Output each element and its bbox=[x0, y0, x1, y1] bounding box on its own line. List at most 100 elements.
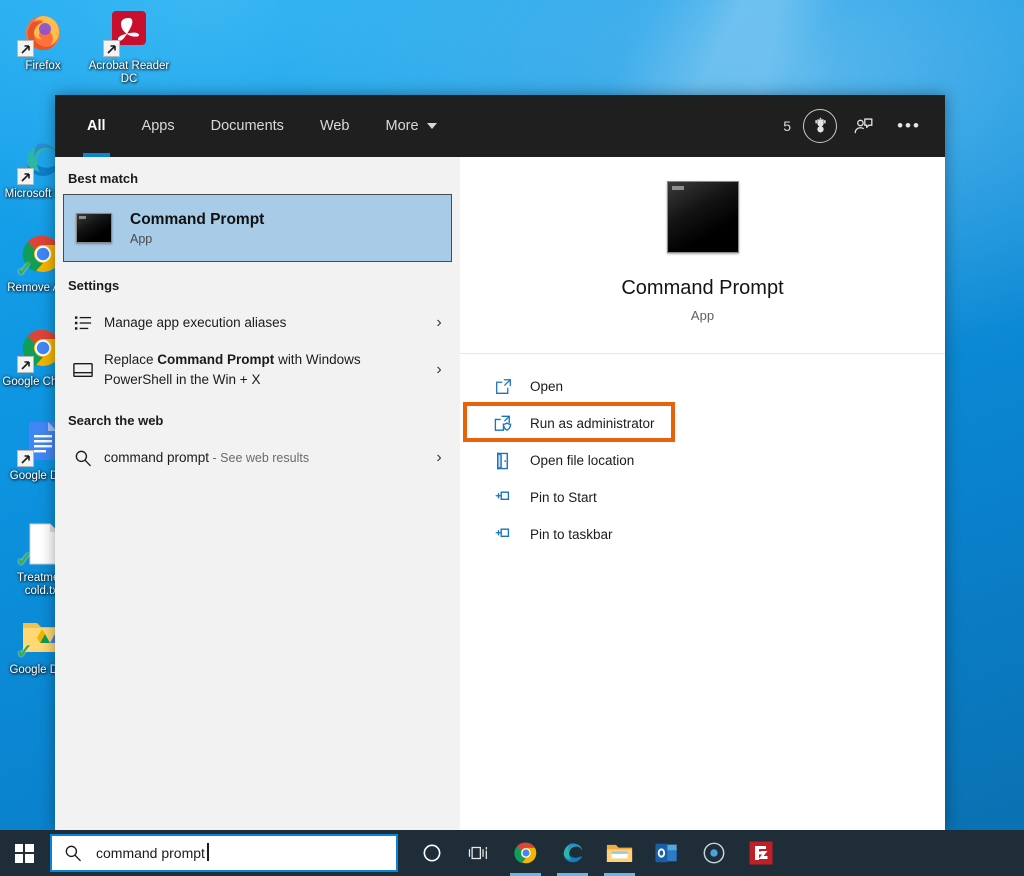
shortcut-arrow-icon bbox=[103, 40, 120, 57]
windows-logo-icon bbox=[14, 843, 34, 863]
action-pin-to-taskbar[interactable]: Pin to taskbar bbox=[460, 516, 945, 553]
action-label: Pin to Start bbox=[530, 490, 597, 505]
file-explorer-icon bbox=[606, 844, 633, 862]
best-match-subtitle: App bbox=[130, 232, 153, 246]
outlook-icon bbox=[655, 843, 677, 863]
best-match-result-command-prompt[interactable]: Command Prompt App bbox=[63, 194, 452, 262]
action-pin-to-start[interactable]: Pin to Start bbox=[460, 479, 945, 516]
open-file-location-icon bbox=[490, 451, 516, 470]
synced-check-icon: ✓ bbox=[16, 549, 33, 571]
desktop-icon-firefox[interactable]: Firefox bbox=[0, 8, 86, 86]
action-run-as-administrator[interactable]: Run as administrator bbox=[460, 402, 945, 442]
shortcut-arrow-icon bbox=[17, 450, 34, 467]
tab-all[interactable]: All bbox=[69, 95, 124, 157]
search-header-actions: 5 ••• bbox=[783, 106, 945, 146]
best-match-heading: Best match bbox=[68, 171, 139, 186]
acrobat-reader-icon bbox=[103, 8, 153, 57]
pin-to-taskbar-icon bbox=[490, 526, 516, 544]
taskbar-item-google-chrome[interactable] bbox=[502, 830, 549, 876]
result-label-highlight: Command Prompt bbox=[157, 352, 275, 367]
tab-apps[interactable]: Apps bbox=[124, 95, 193, 157]
taskbar-item-cortana[interactable] bbox=[408, 830, 455, 876]
tab-documents[interactable]: Documents bbox=[193, 95, 302, 157]
tab-label: More bbox=[385, 118, 419, 134]
search-icon bbox=[68, 449, 98, 467]
chevron-right-icon: › bbox=[436, 314, 442, 331]
web-query-text: command prompt bbox=[104, 450, 210, 465]
desktop-icon-acrobat-reader-dc[interactable]: Acrobat Reader DC bbox=[86, 8, 172, 86]
firefox-icon bbox=[17, 8, 67, 57]
search-results-pane: Best match Command Prompt App Settings M… bbox=[55, 157, 460, 830]
tab-more[interactable]: More bbox=[368, 95, 455, 157]
tab-label: Web bbox=[319, 118, 350, 134]
action-label: Open file location bbox=[530, 453, 635, 468]
result-label-text: Manage app execution aliases bbox=[104, 315, 287, 330]
run-as-administrator-icon bbox=[490, 415, 516, 432]
taskbar: command prompt bbox=[0, 830, 1024, 876]
taskbar-item-outlook[interactable] bbox=[643, 830, 690, 876]
taskbar-item-filezilla[interactable] bbox=[737, 830, 784, 876]
tab-label: All bbox=[87, 118, 106, 134]
best-match-text: Command Prompt App bbox=[130, 210, 264, 246]
reward-points-count: 5 bbox=[783, 118, 791, 134]
desktop-icon-label: Acrobat Reader DC bbox=[88, 60, 170, 85]
more-options-icon[interactable]: ••• bbox=[889, 106, 929, 146]
pin-to-start-icon bbox=[490, 489, 516, 507]
chevron-right-icon: › bbox=[436, 449, 442, 466]
result-manage-app-execution-aliases[interactable]: Manage app execution aliases › bbox=[55, 301, 460, 345]
taskbar-item-task-view[interactable] bbox=[455, 830, 502, 876]
search-body: Best match Command Prompt App Settings M… bbox=[55, 157, 945, 830]
command-prompt-icon bbox=[666, 181, 739, 253]
action-open-file-location[interactable]: Open file location bbox=[460, 442, 945, 479]
feedback-person-icon[interactable] bbox=[843, 106, 883, 146]
keyboard-window-icon bbox=[68, 362, 98, 378]
filezilla-icon bbox=[749, 841, 772, 865]
list-aliases-icon bbox=[68, 314, 98, 333]
search-the-web-heading: Search the web bbox=[68, 413, 164, 428]
chevron-down-icon bbox=[426, 123, 437, 129]
tab-web[interactable]: Web bbox=[302, 95, 368, 157]
taskbar-items bbox=[408, 830, 784, 876]
detail-app-type: App bbox=[690, 308, 715, 323]
action-label: Pin to taskbar bbox=[530, 527, 613, 542]
google-chrome-icon bbox=[513, 842, 536, 864]
search-header: All Apps Documents Web More 5 ••• bbox=[55, 95, 945, 157]
shortcut-arrow-icon bbox=[17, 356, 34, 373]
synced-check-icon: ✓ bbox=[16, 259, 33, 281]
taskbar-item-media-recorder[interactable] bbox=[690, 830, 737, 876]
action-label: Run as administrator bbox=[530, 416, 655, 431]
cortana-icon bbox=[423, 844, 440, 862]
web-results-suffix: - See web results bbox=[209, 451, 310, 465]
result-replace-command-prompt-with-powershell[interactable]: Replace Command Prompt with Windows Powe… bbox=[55, 345, 460, 395]
app-actions-list: Open Run as administrator Open file loca… bbox=[460, 354, 945, 553]
result-label: command prompt - See web results bbox=[98, 448, 430, 468]
open-icon bbox=[490, 378, 516, 395]
search-icon bbox=[65, 845, 81, 862]
start-button[interactable] bbox=[0, 830, 48, 876]
taskbar-item-microsoft-edge[interactable] bbox=[549, 830, 596, 876]
action-open[interactable]: Open bbox=[460, 368, 945, 405]
result-label: Replace Command Prompt with Windows Powe… bbox=[98, 350, 430, 390]
result-label: Manage app execution aliases bbox=[98, 313, 430, 333]
shortcut-arrow-icon bbox=[17, 168, 34, 185]
search-flyout: All Apps Documents Web More 5 ••• Best m… bbox=[55, 95, 945, 830]
search-input-value: command prompt bbox=[82, 843, 209, 861]
task-view-icon bbox=[468, 846, 487, 860]
tab-label: Documents bbox=[210, 118, 284, 134]
search-tabs: All Apps Documents Web More bbox=[55, 95, 455, 157]
microsoft-edge-icon bbox=[563, 843, 582, 863]
shortcut-arrow-icon bbox=[17, 40, 34, 57]
command-prompt-icon bbox=[76, 213, 112, 243]
result-web-search-command-prompt[interactable]: command prompt - See web results › bbox=[55, 436, 460, 480]
app-detail-pane: Command Prompt App Open Run as administr… bbox=[460, 157, 945, 830]
taskbar-search-input[interactable]: command prompt bbox=[50, 834, 398, 872]
result-label-prefix: Replace bbox=[104, 352, 158, 367]
synced-check-icon: ✓ bbox=[16, 641, 33, 663]
taskbar-item-file-explorer[interactable] bbox=[596, 830, 643, 876]
settings-heading: Settings bbox=[68, 278, 120, 293]
action-label: Open bbox=[530, 379, 564, 394]
recorder-icon bbox=[703, 842, 724, 864]
achievement-badge-icon[interactable] bbox=[803, 109, 837, 143]
tab-label: Apps bbox=[141, 118, 175, 134]
more-options-glyph: ••• bbox=[897, 116, 921, 135]
